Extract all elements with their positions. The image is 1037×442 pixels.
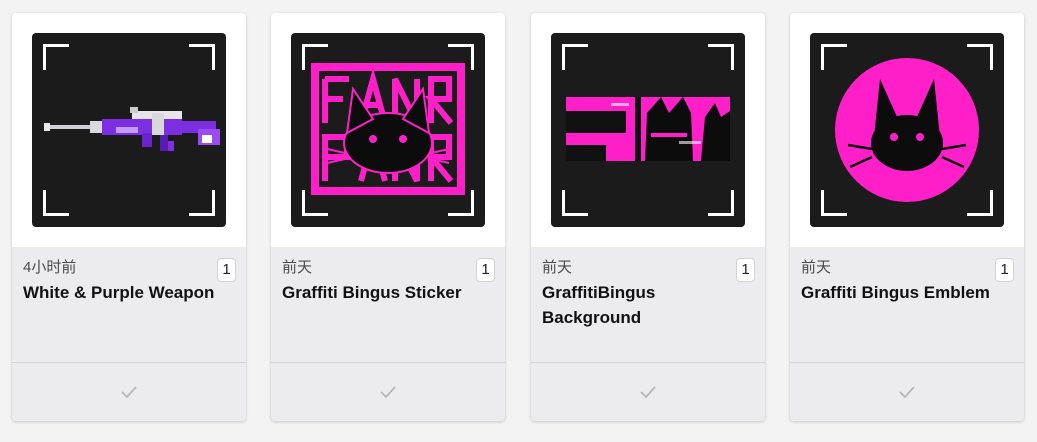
frame-corner [43, 44, 69, 70]
checkmark-icon [380, 386, 396, 399]
item-card[interactable]: 前天 Graffiti Bingus Sticker 1 [271, 13, 505, 421]
thumbnail-area [271, 13, 505, 247]
frame-corner [821, 44, 847, 70]
frame-corner [302, 44, 328, 70]
frame-corner [562, 44, 588, 70]
weapon-icon[interactable] [32, 33, 226, 227]
timestamp: 前天 [282, 259, 313, 276]
checkmark-icon [121, 386, 137, 399]
frame-corner [302, 190, 328, 216]
sticker-icon[interactable] [291, 33, 485, 227]
select-footer[interactable] [12, 362, 246, 421]
item-card[interactable]: 前天 Graffiti Bingus Emblem 1 [790, 13, 1024, 421]
frame-corner [189, 190, 215, 216]
thumbnail-area [12, 13, 246, 247]
count-badge: 1 [217, 258, 236, 282]
item-grid: 4小时前 White & Purple Weapon 1 前天 Graffiti… [0, 0, 1037, 442]
checkmark-icon [899, 386, 915, 399]
count-badge: 1 [476, 258, 495, 282]
item-title: White & Purple Weapon [23, 283, 215, 302]
item-title: Graffiti Bingus Emblem [801, 283, 990, 302]
item-title: Graffiti Bingus Sticker [282, 283, 462, 302]
frame-corner [562, 190, 588, 216]
checkmark-icon [640, 386, 656, 399]
frame-corner [448, 190, 474, 216]
frame-corner [448, 44, 474, 70]
timestamp: 前天 [542, 259, 573, 276]
timestamp: 4小时前 [23, 259, 77, 276]
frame-corner [967, 190, 993, 216]
card-meta: 前天 Graffiti Bingus Emblem 1 [790, 247, 1024, 362]
frame-corner [708, 44, 734, 70]
item-card[interactable]: 4小时前 White & Purple Weapon 1 [12, 13, 246, 421]
frame-corner [708, 190, 734, 216]
timestamp: 前天 [801, 259, 832, 276]
frame-corner [967, 44, 993, 70]
thumbnail-area [790, 13, 1024, 247]
count-badge: 1 [736, 258, 755, 282]
count-badge: 1 [995, 258, 1014, 282]
frame-corner [43, 190, 69, 216]
card-meta: 前天 Graffiti Bingus Sticker 1 [271, 247, 505, 362]
select-footer[interactable] [531, 362, 765, 421]
card-meta: 4小时前 White & Purple Weapon 1 [12, 247, 246, 362]
select-footer[interactable] [271, 362, 505, 421]
frame-corner [189, 44, 215, 70]
select-footer[interactable] [790, 362, 1024, 421]
thumbnail-area [531, 13, 765, 247]
card-meta: 前天 GraffitiBingus Background 1 [531, 247, 765, 362]
frame-corner [821, 190, 847, 216]
item-title: GraffitiBingus Background [542, 283, 656, 327]
background-icon[interactable] [551, 33, 745, 227]
emblem-icon[interactable] [810, 33, 1004, 227]
item-card[interactable]: 前天 GraffitiBingus Background 1 [531, 13, 765, 421]
